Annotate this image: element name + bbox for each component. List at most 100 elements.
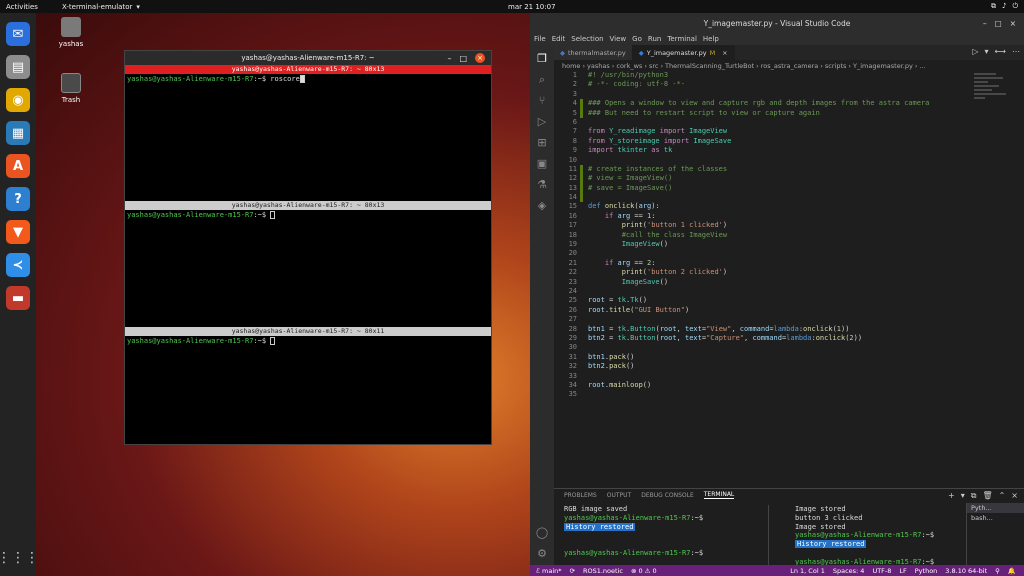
home-folder[interactable]: yashas	[51, 17, 91, 48]
encoding[interactable]: UTF-8	[872, 567, 891, 575]
ros-status[interactable]: ROS1.noetic	[583, 567, 623, 575]
run-debug-icon[interactable]: ▷	[535, 115, 549, 129]
maximize-panel-icon[interactable]: ⌃	[999, 491, 1006, 501]
menu-run[interactable]: Run	[648, 35, 661, 43]
minimize-button[interactable]: –	[447, 54, 451, 63]
network-icon[interactable]: ⧉	[991, 2, 996, 11]
run-icon[interactable]: ▷	[972, 47, 978, 56]
problems-status[interactable]: ⊗ 0 ⚠ 0	[631, 567, 657, 575]
code-editor[interactable]: 1 #! /usr/bin/python3 2 # -*- coding: utf-8…	[554, 71, 964, 491]
terminal-pane-3[interactable]: yashas@yashas-Alienware-m15-R7: ~ 80x11 …	[125, 327, 491, 444]
minimap[interactable]	[974, 71, 1010, 131]
close-icon[interactable]: ×	[722, 49, 727, 57]
split-editor-icon[interactable]: ⟷	[995, 47, 1006, 56]
thunderbird-icon[interactable]: ✉	[6, 22, 30, 46]
terminal-list-item[interactable]: bash...	[967, 513, 1024, 523]
run-dropdown-icon[interactable]: ▾	[985, 47, 989, 56]
tab-thermalmaster-py[interactable]: ◆ thermalmaster.py	[554, 45, 633, 60]
vscode-icon[interactable]: ≺	[6, 253, 30, 277]
language-mode[interactable]: Python	[915, 567, 938, 575]
terminal-icon[interactable]: ▬	[6, 286, 30, 310]
more-actions-icon[interactable]: ⋯	[1012, 47, 1020, 56]
extensions-icon[interactable]: ⊞	[535, 136, 549, 150]
close-button[interactable]: ×	[1010, 19, 1016, 28]
notifications-icon[interactable]: 🔔	[1008, 567, 1016, 575]
git-gutter	[580, 334, 583, 343]
volume-icon[interactable]: ♪	[1002, 2, 1006, 11]
breadcrumb-item[interactable]: cork_ws	[616, 62, 642, 70]
power-icon[interactable]: ⏻	[1012, 2, 1018, 11]
feedback-icon[interactable]: ⚲	[995, 567, 1000, 575]
terminal-pane-2[interactable]: yashas@yashas-Alienware-m15-R7: ~ 80x13 …	[125, 201, 491, 327]
terminal-dropdown-icon[interactable]: ▾	[961, 491, 965, 501]
software-icon[interactable]: A	[6, 154, 30, 178]
cursor-position[interactable]: Ln 1, Col 1	[790, 567, 825, 575]
breadcrumb-item[interactable]: ros_astra_camera	[761, 62, 819, 70]
activities-button[interactable]: Activities	[6, 3, 38, 11]
source-control-icon[interactable]: ⑂	[535, 94, 549, 108]
terminal-pane-1[interactable]: yashas@yashas-Alienware-m15-R7: ~ 80x13 …	[125, 65, 491, 201]
maximize-button[interactable]: □	[459, 54, 467, 63]
writer-icon[interactable]: ▦	[6, 121, 30, 145]
prompt-suffix: :~$	[253, 211, 271, 219]
panel-tab-debug-console[interactable]: DEBUG CONSOLE	[641, 492, 694, 499]
breadcrumb-item[interactable]: ...	[919, 62, 925, 70]
terminal-list-item[interactable]: Pyth...	[967, 503, 1024, 513]
menu-file[interactable]: File	[534, 35, 546, 43]
close-panel-icon[interactable]: ×	[1011, 491, 1018, 501]
rhythmbox-icon[interactable]: ◉	[6, 88, 30, 112]
remote-explorer-icon[interactable]: ▣	[535, 157, 549, 171]
line-ending[interactable]: LF	[899, 567, 906, 575]
trash-icon[interactable]: 🗑	[982, 491, 992, 501]
menu-view[interactable]: View	[610, 35, 627, 43]
panel-tab-terminal[interactable]: TERMINAL	[703, 491, 735, 499]
menu-help[interactable]: Help	[703, 35, 719, 43]
menu-edit[interactable]: Edit	[552, 35, 566, 43]
vscode-titlebar[interactable]: Y_imagemaster.py - Visual Studio Code – …	[530, 13, 1024, 33]
breadcrumb-item[interactable]: scripts	[825, 62, 847, 70]
explorer-icon[interactable]: ❐	[535, 52, 549, 66]
code-line: 4 ### Opens a window to view and capture …	[554, 99, 964, 109]
app-menu[interactable]: X-terminal-emulator ▾	[62, 3, 140, 11]
clock[interactable]: mar 21 10:07	[508, 3, 556, 11]
docker-icon[interactable]: ◈	[535, 199, 549, 213]
new-terminal-icon[interactable]: +	[948, 491, 955, 501]
terminal-left[interactable]: RGB image saved yashas@yashas-Alienware-m…	[564, 505, 703, 558]
manage-gear-icon[interactable]: ⚙	[535, 547, 549, 561]
python-interpreter[interactable]: 3.8.10 64-bit	[945, 567, 987, 575]
system-tray[interactable]: ⧉ ♪ ⏻	[991, 2, 1018, 11]
status-right: Ln 1, Col 1 Spaces: 4 UTF-8 LF Python 3.8.10 …	[790, 567, 1024, 575]
accounts-icon[interactable]: ◯	[535, 526, 549, 540]
code-line: 18 #call the class ImageView	[554, 231, 964, 240]
minimize-button[interactable]: –	[983, 19, 987, 28]
help-icon[interactable]: ?	[6, 187, 30, 211]
files-icon[interactable]: ▤	[6, 55, 30, 79]
menu-terminal[interactable]: Terminal	[667, 35, 697, 43]
breadcrumb-item[interactable]: src	[649, 62, 659, 70]
panel-tab-output[interactable]: OUTPUT	[607, 492, 631, 499]
breadcrumb-item[interactable]: ThermalScanning_TurtleBot	[665, 62, 754, 70]
search-icon[interactable]: ⌕	[535, 73, 549, 87]
brave-icon[interactable]: ▼	[6, 220, 30, 244]
breadcrumb-item[interactable]: yashas	[587, 62, 610, 70]
maximize-button[interactable]: □	[995, 19, 1002, 28]
code-line: 3	[554, 90, 964, 99]
panel-tab-problems[interactable]: PROBLEMS	[564, 492, 597, 499]
terminal-titlebar[interactable]: yashas@yashas-Alienware-m15-R7: ~ – □ ×	[125, 51, 491, 65]
indentation[interactable]: Spaces: 4	[833, 567, 865, 575]
split-terminal-icon[interactable]: ⧉	[971, 491, 977, 501]
close-button[interactable]: ×	[475, 53, 485, 63]
breadcrumb-item[interactable]: home	[562, 62, 580, 70]
tab-y-imagemaster-py[interactable]: ◆ Y_imagemaster.py M ×	[632, 45, 735, 60]
sync-status[interactable]: ⟳	[570, 567, 575, 575]
git-branch-status[interactable]: ℰ main*	[536, 567, 562, 575]
menu-go[interactable]: Go	[632, 35, 642, 43]
testing-icon[interactable]: ⚗	[535, 178, 549, 192]
trash[interactable]: Trash	[51, 73, 91, 104]
terminal-right[interactable]: Image stored button 3 clicked Image stored…	[768, 505, 934, 567]
menu-selection[interactable]: Selection	[571, 35, 603, 43]
breadcrumb-item[interactable]: Y_imagemaster.py	[853, 62, 913, 70]
code-line: 9 import tkinter as tk	[554, 146, 964, 155]
terminal-line: yashas@yashas-Alienware-m15-R7:~$	[795, 531, 934, 540]
show-apps-icon[interactable]: ⋮⋮⋮	[0, 550, 39, 566]
